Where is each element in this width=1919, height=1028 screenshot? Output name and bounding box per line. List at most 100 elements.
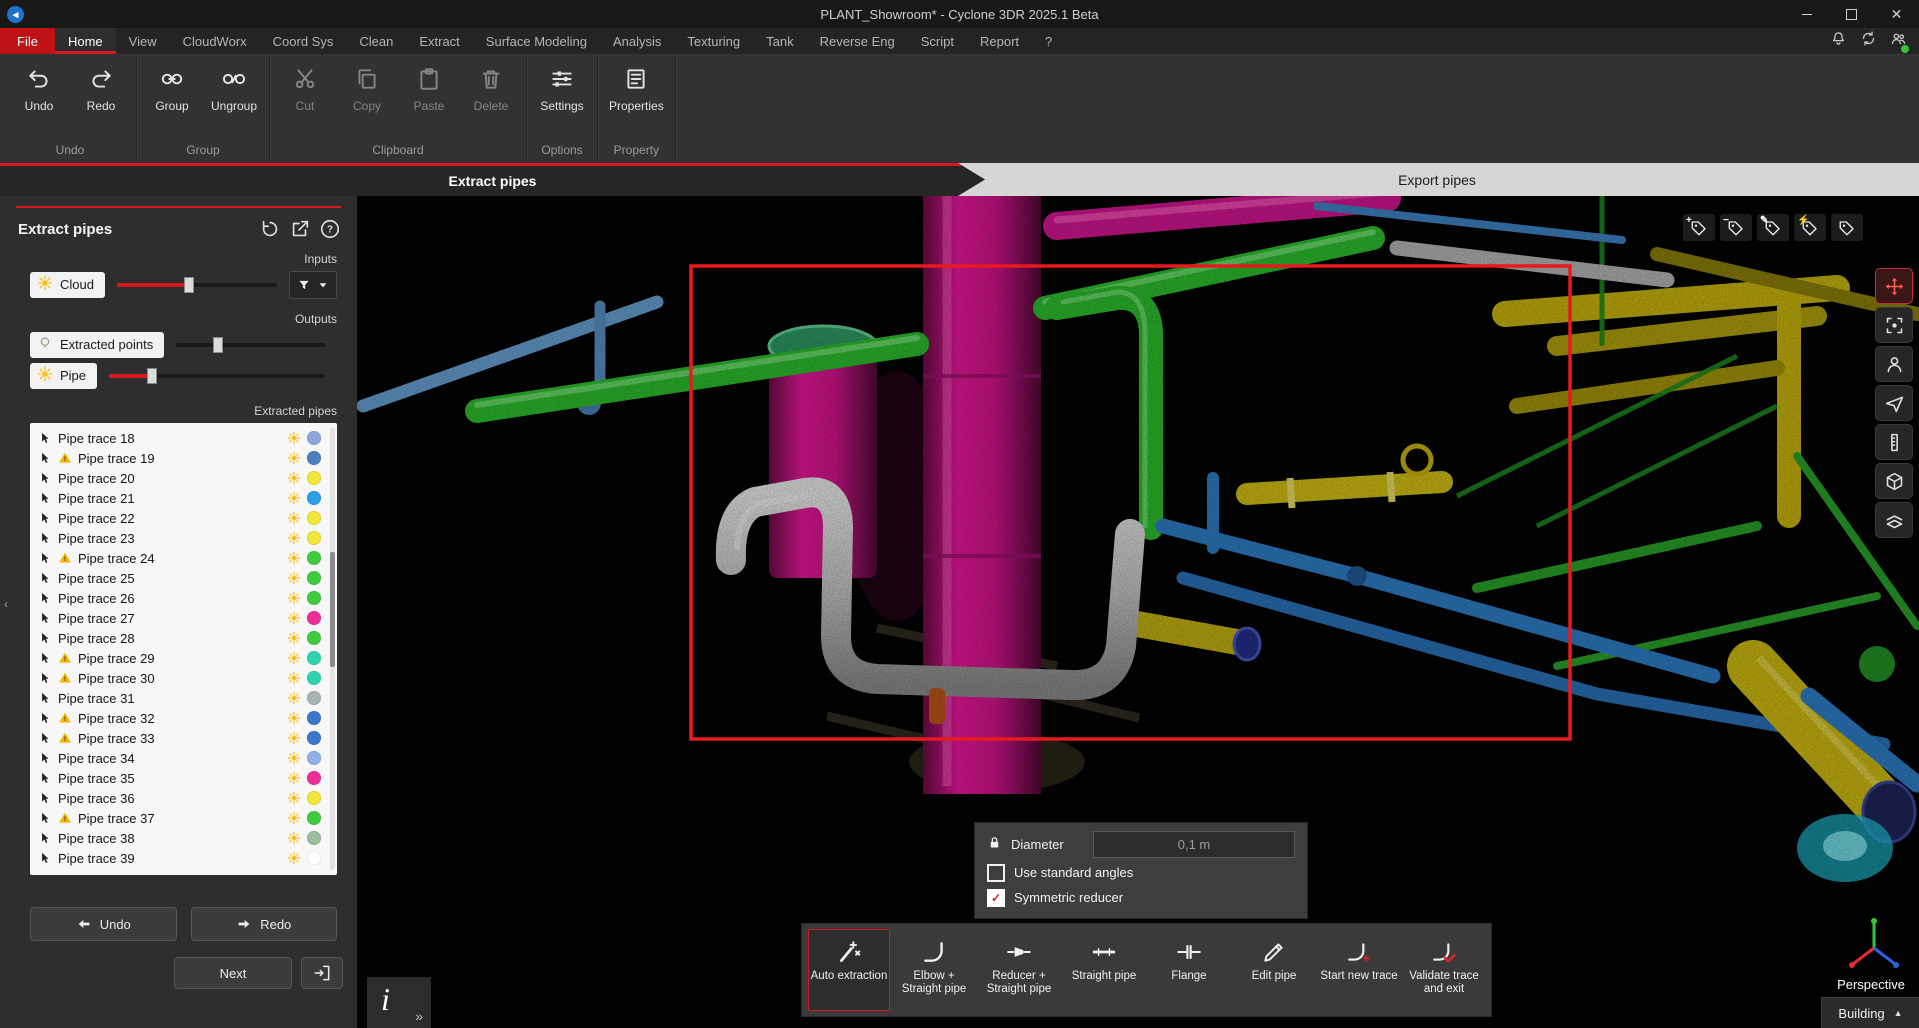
menu-file[interactable]: File <box>0 28 55 54</box>
pipe-row[interactable]: Pipe trace 26 <box>30 588 337 608</box>
panel-collapse-handle[interactable]: ‹ <box>0 586 12 622</box>
menu-clean[interactable]: Clean <box>346 28 406 54</box>
delete-button[interactable]: Delete <box>461 60 521 140</box>
tag-add-button[interactable]: + <box>1683 214 1715 241</box>
next-button[interactable]: Next <box>174 957 292 989</box>
redo-button[interactable]: Redo <box>71 60 131 140</box>
pipe-row[interactable]: Pipe trace 27 <box>30 608 337 628</box>
cut-button[interactable]: Cut <box>275 60 335 140</box>
pipe-row[interactable]: Pipe trace 35 <box>30 768 337 788</box>
checkbox-row-symmetric-reducer[interactable]: ✓Symmetric reducer <box>987 885 1295 910</box>
menu-cloudworx[interactable]: CloudWorx <box>170 28 260 54</box>
menu-tank[interactable]: Tank <box>753 28 806 54</box>
help-button[interactable]: ? <box>315 214 345 244</box>
pipe-row[interactable]: Pipe trace 22 <box>30 508 337 528</box>
pipe-row[interactable]: !Pipe trace 24 <box>30 548 337 568</box>
pipe-row[interactable]: Pipe trace 18 <box>30 428 337 448</box>
panel-redo-button[interactable]: Redo <box>191 907 338 941</box>
diameter-input[interactable]: 0,1 m <box>1093 831 1295 858</box>
validate-exit-button[interactable] <box>301 957 343 989</box>
pipe-row[interactable]: Pipe trace 39 <box>30 848 337 868</box>
settings-button[interactable]: Settings <box>532 60 592 140</box>
paste-button[interactable]: Paste <box>399 60 459 140</box>
menu-coord-sys[interactable]: Coord Sys <box>260 28 347 54</box>
flange-button[interactable]: Flange <box>1148 929 1230 1011</box>
checkbox-symmetric-reducer[interactable]: ✓ <box>987 889 1005 907</box>
panel-undo-button[interactable]: Undo <box>30 907 177 941</box>
pipe-row[interactable]: !Pipe trace 30 <box>30 668 337 688</box>
collaborators-button[interactable] <box>1890 30 1907 52</box>
info-box[interactable]: i » <box>367 977 431 1028</box>
reset-parameters-button[interactable] <box>255 214 285 244</box>
pipe-row[interactable]: Pipe trace 28 <box>30 628 337 648</box>
pipe-chip[interactable]: Pipe <box>30 363 97 389</box>
clipping-tool-button[interactable] <box>1875 502 1913 538</box>
pipe-row[interactable]: Pipe trace 34 <box>30 748 337 768</box>
menu-script[interactable]: Script <box>908 28 967 54</box>
start-new-trace-button[interactable]: +Start new trace <box>1318 929 1400 1011</box>
menu-report[interactable]: Report <box>967 28 1032 54</box>
cloud-chip[interactable]: Cloud <box>30 272 105 298</box>
fly-mode-button[interactable] <box>1875 385 1913 421</box>
list-scrollbar[interactable] <box>330 428 335 870</box>
straight-pipe-button[interactable]: Straight pipe <box>1063 929 1145 1011</box>
reducer-straight-pipe-button[interactable]: Reducer + Straight pipe <box>978 929 1060 1011</box>
elbow-straight-pipe-button[interactable]: Elbow + Straight pipe <box>893 929 975 1011</box>
tab-export-pipes[interactable]: Export pipes <box>955 163 1919 196</box>
menu-surface-modeling[interactable]: Surface Modeling <box>473 28 600 54</box>
building-selector[interactable]: Building ▲ <box>1821 997 1919 1028</box>
cube-view-button[interactable] <box>1875 463 1913 499</box>
sync-button[interactable] <box>1860 30 1877 52</box>
move-tool-button[interactable] <box>1875 268 1913 304</box>
tag-plain-button[interactable] <box>1831 214 1863 241</box>
group-button[interactable]: Group <box>142 60 202 140</box>
tag-edit-button[interactable]: ✎ <box>1757 214 1789 241</box>
user-view-button[interactable] <box>1875 346 1913 382</box>
pipe-row[interactable]: !Pipe trace 29 <box>30 648 337 668</box>
menu-view[interactable]: View <box>116 28 170 54</box>
validate-trace-and-exit-button[interactable]: Validate trace and exit <box>1403 929 1485 1011</box>
auto-extraction-button[interactable]: Auto extraction <box>808 929 890 1011</box>
ungroup-button[interactable]: Ungroup <box>204 60 264 140</box>
tab-extract-pipes[interactable]: Extract pipes <box>0 163 985 196</box>
pipe-row[interactable]: Pipe trace 36 <box>30 788 337 808</box>
fit-view-button[interactable] <box>1875 307 1913 343</box>
extracted-points-slider[interactable] <box>176 343 325 347</box>
pipe-row[interactable]: !Pipe trace 19 <box>30 448 337 468</box>
edit-pipe-button[interactable]: Edit pipe <box>1233 929 1315 1011</box>
checkbox-row-use-standard-angles[interactable]: Use standard angles <box>987 860 1295 885</box>
undo-button[interactable]: Undo <box>9 60 69 140</box>
pipe-row[interactable]: Pipe trace 25 <box>30 568 337 588</box>
menu-extract[interactable]: Extract <box>406 28 472 54</box>
close-button[interactable]: ✕ <box>1874 0 1919 28</box>
notifications-button[interactable] <box>1830 30 1847 52</box>
maximize-button[interactable] <box>1829 0 1874 28</box>
minimize-button[interactable] <box>1784 0 1829 28</box>
pipe-row[interactable]: Pipe trace 38 <box>30 828 337 848</box>
cloud-filter-dropdown[interactable] <box>289 271 337 299</box>
properties-button[interactable]: Properties <box>603 60 670 140</box>
pipe-row[interactable]: !Pipe trace 37 <box>30 808 337 828</box>
perspective-label[interactable]: Perspective <box>1837 977 1905 992</box>
pipe-row[interactable]: !Pipe trace 32 <box>30 708 337 728</box>
menu-home[interactable]: Home <box>55 28 116 54</box>
menu-texturing[interactable]: Texturing <box>674 28 753 54</box>
tag-remove-button[interactable]: − <box>1720 214 1752 241</box>
axis-gizmo[interactable] <box>1845 916 1903 974</box>
menu-analysis[interactable]: Analysis <box>600 28 674 54</box>
checkbox-use-standard-angles[interactable] <box>987 864 1005 882</box>
copy-button[interactable]: Copy <box>337 60 397 140</box>
pipe-visibility-slider[interactable] <box>109 374 325 378</box>
menu-reverse-eng[interactable]: Reverse Eng <box>807 28 908 54</box>
extracted-points-chip[interactable]: Extracted points <box>30 332 164 358</box>
tag-flash-button[interactable]: ⚡ <box>1794 214 1826 241</box>
pipe-row[interactable]: Pipe trace 20 <box>30 468 337 488</box>
pipe-row[interactable]: Pipe trace 31 <box>30 688 337 708</box>
3d-viewport[interactable]: +−✎⚡ Diameter 0,1 m Use standard angles✓… <box>357 196 1919 1028</box>
elevation-tool-button[interactable] <box>1875 424 1913 460</box>
pipe-row[interactable]: Pipe trace 21 <box>30 488 337 508</box>
menu-[interactable]: ? <box>1032 28 1065 54</box>
cloud-visibility-slider[interactable] <box>117 283 277 287</box>
export-settings-button[interactable] <box>285 214 315 244</box>
pipe-row[interactable]: Pipe trace 23 <box>30 528 337 548</box>
